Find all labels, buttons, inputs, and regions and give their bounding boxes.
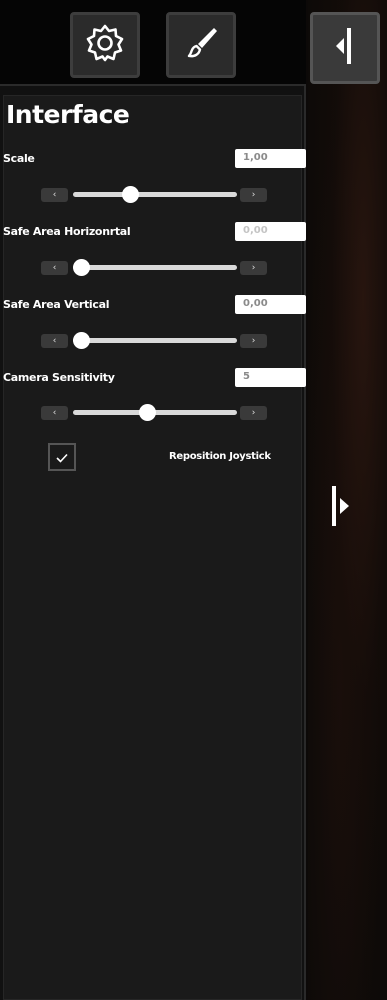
- collapse-panel-button[interactable]: [310, 12, 380, 84]
- safe-area-vertical-increase-button[interactable]: ›: [240, 334, 267, 348]
- checkmark-icon: [56, 448, 68, 467]
- scale-label: Scale: [3, 152, 35, 165]
- camera-sensitivity-decrease-button[interactable]: ‹: [41, 406, 68, 420]
- game-ui-root: Interface Scale 1,00 ‹ › Safe Area Horiz…: [0, 0, 387, 1000]
- safe-area-horizontal-label: Safe Area Horizonrtal: [3, 225, 131, 238]
- safe-area-vertical-label: Safe Area Vertical: [3, 298, 110, 311]
- collapse-left-icon: [328, 24, 362, 72]
- reposition-joystick-checkbox[interactable]: [48, 443, 76, 471]
- camera-sensitivity-label: Camera Sensitivity: [3, 371, 115, 384]
- expand-right-icon: [328, 484, 354, 532]
- camera-sensitivity-slider-handle[interactable]: [138, 404, 156, 421]
- gear-icon: [85, 23, 125, 67]
- safe-area-horizontal-value-field[interactable]: 0,00: [235, 222, 306, 241]
- scale-increase-button[interactable]: ›: [240, 188, 267, 202]
- camera-sensitivity-slider[interactable]: [73, 404, 237, 421]
- appearance-tab-button[interactable]: [166, 12, 236, 78]
- scale-slider[interactable]: [73, 186, 237, 203]
- safe-area-vertical-decrease-button[interactable]: ‹: [41, 334, 68, 348]
- expand-panel-button[interactable]: [326, 486, 356, 530]
- paintbrush-icon: [181, 23, 221, 67]
- panel-toolbar: [0, 0, 306, 86]
- section-title: Interface: [6, 100, 130, 129]
- safe-area-vertical-slider[interactable]: [73, 332, 237, 349]
- safe-area-horizontal-decrease-button[interactable]: ‹: [41, 261, 68, 275]
- settings-tab-button[interactable]: [70, 12, 140, 78]
- reposition-joystick-label: Reposition Joystick: [169, 451, 271, 462]
- scale-value-field[interactable]: 1,00: [235, 149, 306, 168]
- camera-sensitivity-increase-button[interactable]: ›: [240, 406, 267, 420]
- safe-area-horizontal-slider[interactable]: [73, 259, 237, 276]
- scale-decrease-button[interactable]: ‹: [41, 188, 68, 202]
- settings-panel: Interface Scale 1,00 ‹ › Safe Area Horiz…: [0, 0, 306, 1000]
- safe-area-horizontal-increase-button[interactable]: ›: [240, 261, 267, 275]
- camera-sensitivity-value-field[interactable]: 5: [235, 368, 306, 387]
- safe-area-vertical-value-field[interactable]: 0,00: [235, 295, 306, 314]
